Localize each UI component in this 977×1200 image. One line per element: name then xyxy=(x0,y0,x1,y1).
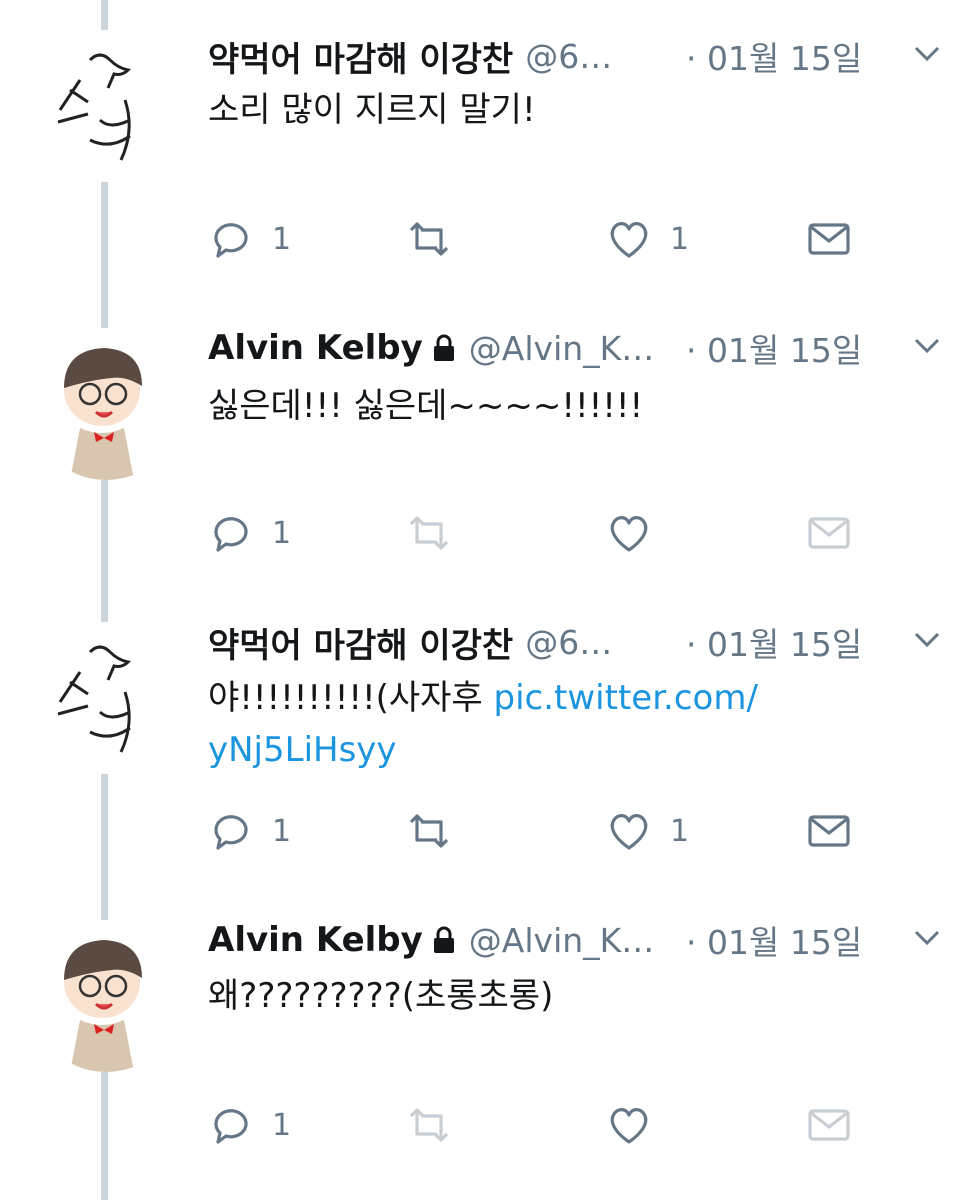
tweet-text: 소리 많이 지르지 말기! xyxy=(208,84,827,136)
retweet-icon xyxy=(409,222,449,256)
direct-message-button[interactable] xyxy=(806,214,852,264)
tweet-header: Alvin Kelby @Alvin_K… · 01월 15일 xyxy=(208,322,957,374)
chevron-down-icon[interactable] xyxy=(913,336,941,356)
tweet-text: 왜?????????(초롱초롱) xyxy=(208,970,827,1022)
chevron-down-icon[interactable] xyxy=(913,44,941,64)
avatar[interactable] xyxy=(30,30,182,182)
separator-dot: · xyxy=(686,923,697,962)
username-handle[interactable]: @6… xyxy=(525,37,612,76)
tweet[interactable]: Alvin Kelby @Alvin_K… · 01월 15일 왜???????… xyxy=(0,890,977,1180)
tweet-header: 약먹어 마감해 이강찬 @6… · 01월 15일 xyxy=(208,30,957,82)
tweet[interactable]: 약먹어 마감해 이강찬 @6… · 01월 15일 소리 많이 지르지 말기! … xyxy=(0,0,977,290)
username-handle[interactable]: @6… xyxy=(525,623,612,662)
tweet-header: 약먹어 마감해 이강찬 @6… · 01월 15일 xyxy=(208,616,957,668)
tweet[interactable]: 약먹어 마감해 이강찬 @6… · 01월 15일 야!!!!!!!!!!(사자… xyxy=(0,592,977,882)
like-icon xyxy=(610,222,648,258)
chevron-down-icon[interactable] xyxy=(913,630,941,650)
reply-count: 1 xyxy=(272,515,292,551)
username-handle[interactable]: @Alvin_K… xyxy=(469,921,655,960)
retweet-button[interactable] xyxy=(406,806,452,856)
timestamp-text: 01월 15일 xyxy=(707,39,863,78)
timestamp[interactable]: · 01월 15일 xyxy=(686,916,862,964)
like-button[interactable] xyxy=(606,508,670,558)
like-button[interactable]: 1 xyxy=(606,806,689,856)
reply-count: 1 xyxy=(272,813,292,849)
tweet-body: 야!!!!!!!!!!(사자후 xyxy=(208,678,494,718)
direct-message-icon xyxy=(808,223,850,255)
avatar-drawing-sketch xyxy=(30,622,182,774)
lock-icon xyxy=(433,334,454,361)
retweet-icon xyxy=(409,516,449,550)
timestamp-text: 01월 15일 xyxy=(707,923,863,962)
direct-message-icon xyxy=(808,517,850,549)
like-icon xyxy=(610,1108,648,1144)
timestamp[interactable]: · 01월 15일 xyxy=(686,32,862,80)
reply-button[interactable]: 1 xyxy=(208,1100,291,1150)
like-button[interactable] xyxy=(606,1100,670,1150)
direct-message-button[interactable] xyxy=(806,806,852,856)
retweet-button[interactable] xyxy=(406,1100,452,1150)
chevron-down-icon[interactable] xyxy=(913,928,941,948)
direct-message-icon xyxy=(808,815,850,847)
timestamp-text: 01월 15일 xyxy=(707,331,863,370)
tweet-actions: 1 1 xyxy=(208,214,868,264)
timestamp-text: 01월 15일 xyxy=(707,625,863,664)
separator-dot: · xyxy=(686,625,697,664)
tweet-actions: 1 xyxy=(208,1100,868,1150)
tweet-actions: 1 xyxy=(208,508,868,558)
timestamp[interactable]: · 01월 15일 xyxy=(686,618,862,666)
avatar[interactable] xyxy=(30,328,182,480)
retweet-icon xyxy=(409,1108,449,1142)
retweet-icon xyxy=(409,814,449,848)
display-name[interactable]: 약먹어 마감해 이강찬 xyxy=(208,618,513,667)
tweet-body: 싫은데!!! 싫은데~~~~!!!!!! xyxy=(208,386,644,426)
separator-dot: · xyxy=(686,39,697,78)
reply-icon xyxy=(214,815,248,850)
reply-button[interactable]: 1 xyxy=(208,214,291,264)
reply-button[interactable]: 1 xyxy=(208,806,291,856)
username-handle[interactable]: @Alvin_K… xyxy=(469,329,655,368)
separator-dot: · xyxy=(686,331,697,370)
reply-count: 1 xyxy=(272,1107,292,1143)
lock-icon xyxy=(433,926,454,953)
direct-message-button[interactable] xyxy=(806,508,852,558)
reply-icon xyxy=(214,1109,248,1144)
tweet-text: 야!!!!!!!!!!(사자후 pic.twitter.com/ yNj5LiH… xyxy=(208,672,827,776)
like-count: 1 xyxy=(670,813,690,849)
retweet-button[interactable] xyxy=(406,508,452,558)
avatar[interactable] xyxy=(30,920,182,1072)
like-button[interactable]: 1 xyxy=(606,214,689,264)
retweet-button[interactable] xyxy=(406,214,452,264)
display-name[interactable]: 약먹어 마감해 이강찬 xyxy=(208,32,513,81)
avatar[interactable] xyxy=(30,622,182,774)
avatar-cartoon-boy xyxy=(30,920,182,1072)
tweet-text: 싫은데!!! 싫은데~~~~!!!!!! xyxy=(208,380,827,432)
like-icon xyxy=(610,516,648,552)
direct-message-icon xyxy=(808,1109,850,1141)
reply-count: 1 xyxy=(272,221,292,257)
direct-message-button[interactable] xyxy=(806,1100,852,1150)
display-name[interactable]: Alvin Kelby xyxy=(208,920,423,960)
like-count: 1 xyxy=(670,221,690,257)
tweet-header: Alvin Kelby @Alvin_K… · 01월 15일 xyxy=(208,914,957,966)
tweet-body: 소리 많이 지르지 말기! xyxy=(208,90,536,130)
reply-icon xyxy=(214,517,248,552)
reply-icon xyxy=(214,223,248,258)
tweet-body: 왜?????????(초롱초롱) xyxy=(208,976,554,1016)
tweet[interactable]: Alvin Kelby @Alvin_K… · 01월 15일 싫은데!!! 싫… xyxy=(0,298,977,588)
like-icon xyxy=(610,814,648,850)
avatar-drawing-sketch xyxy=(30,30,182,182)
avatar-cartoon-boy xyxy=(30,328,182,480)
timestamp[interactable]: · 01월 15일 xyxy=(686,324,862,372)
tweet-actions: 1 1 xyxy=(208,806,868,856)
reply-button[interactable]: 1 xyxy=(208,508,291,558)
display-name[interactable]: Alvin Kelby xyxy=(208,328,423,368)
